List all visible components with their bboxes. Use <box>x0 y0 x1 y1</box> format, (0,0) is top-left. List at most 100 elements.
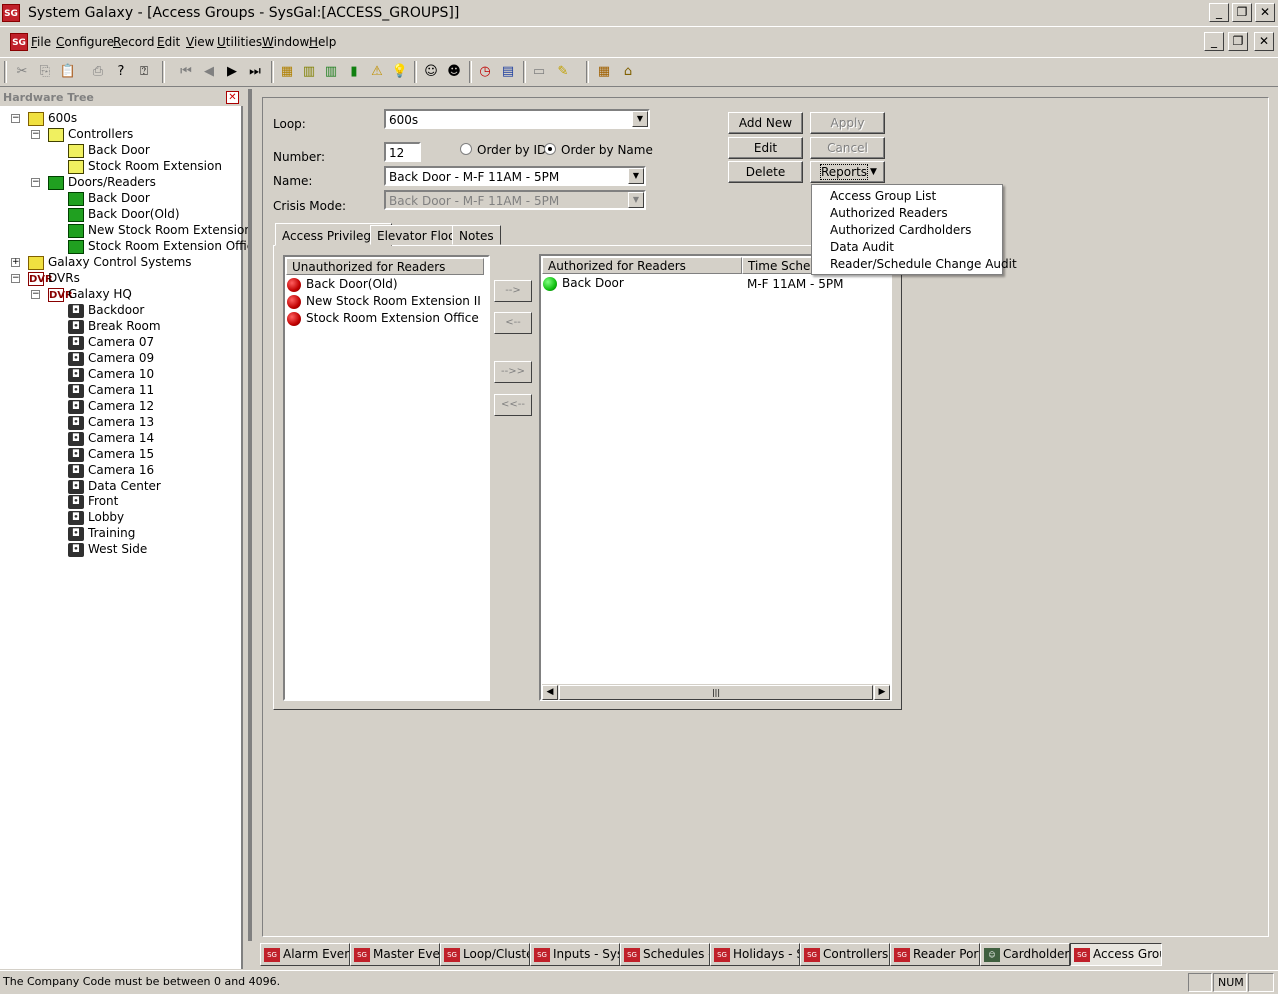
authorized-readers-list[interactable]: Authorized for Readers Time Schedule Bac… <box>539 254 892 701</box>
tree-node[interactable]: ◘ Camera 09 <box>68 351 154 367</box>
tree-collapse-icon[interactable]: − <box>31 290 40 299</box>
first-record-icon[interactable]: ⏮ <box>177 63 195 81</box>
tree-node[interactable]: Galaxy Control Systems <box>28 255 192 271</box>
tree-node[interactable]: ◘ Camera 13 <box>68 415 154 431</box>
menu-help[interactable]: Help <box>309 35 336 49</box>
tree-node[interactable]: DVRGalaxy HQ <box>48 287 132 303</box>
cancel-button[interactable]: Cancel <box>810 137 885 159</box>
copy-icon[interactable]: ⎘ <box>36 63 54 81</box>
window-tab[interactable]: SGReader Port... <box>890 943 980 966</box>
window-tab[interactable]: SGHolidays - S... <box>710 943 800 966</box>
order-by-name-radio[interactable] <box>544 143 556 155</box>
child-close-icon[interactable]: ✕ <box>1254 32 1274 51</box>
reports-button[interactable]: Reports ▼ <box>810 161 885 183</box>
tree-node[interactable]: ◘ Camera 16 <box>68 463 154 479</box>
apply-button[interactable]: Apply <box>810 112 885 134</box>
tree-node[interactable]: ◘ Camera 07 <box>68 335 154 351</box>
scroll-right-icon[interactable]: ▶ <box>874 685 890 700</box>
window-tab[interactable]: SGAlarm Events <box>260 943 350 966</box>
menu-item-authorized-cardholders[interactable]: Authorized Cardholders <box>812 221 1002 238</box>
menu-window[interactable]: Window <box>262 35 309 49</box>
tree-node[interactable]: ◘ Backdoor <box>68 303 144 319</box>
prev-record-icon[interactable]: ◀ <box>200 63 218 81</box>
remove-reader-button[interactable]: <-- <box>494 312 532 334</box>
controller-icon[interactable]: ▥ <box>300 63 318 81</box>
delete-button[interactable]: Delete <box>728 161 803 183</box>
tree-node[interactable]: DVRDVRs <box>28 271 80 287</box>
print-icon[interactable]: ⎙ <box>89 63 107 81</box>
restore-icon[interactable]: ❐ <box>1232 3 1252 22</box>
window-tab[interactable]: SGSchedules -... <box>620 943 710 966</box>
number-field[interactable]: 12 <box>384 142 421 162</box>
tree-collapse-icon[interactable]: − <box>11 114 20 123</box>
menu-item-authorized-readers[interactable]: Authorized Readers <box>812 204 1002 221</box>
config-loop-icon[interactable]: ▦ <box>595 63 613 81</box>
tree-node[interactable]: ◘ Camera 14 <box>68 431 154 447</box>
help-icon[interactable]: ? <box>112 63 130 81</box>
lightbulb-icon[interactable]: 💡 <box>391 63 409 81</box>
tree-collapse-icon[interactable]: − <box>11 274 20 283</box>
list-item[interactable]: Back Door(Old) <box>287 277 398 294</box>
tree-node[interactable]: ◘ Camera 10 <box>68 367 154 383</box>
add-reader-button[interactable]: --> <box>494 280 532 302</box>
tree-node[interactable]: ◘ Training <box>68 526 135 542</box>
tree-node[interactable]: ◘ Data Center <box>68 479 161 495</box>
tree-node[interactable]: Controllers <box>48 127 133 143</box>
tree-node[interactable]: New Stock Room Extension II <box>68 223 263 239</box>
authorized-header[interactable]: Authorized for Readers <box>542 257 742 274</box>
tree-node[interactable]: Stock Room Extension Office <box>68 239 261 255</box>
tree-node[interactable]: Back Door <box>68 191 150 207</box>
crisis-mode-select[interactable]: Back Door - M-F 11AM - 5PM <box>384 190 646 210</box>
tree-node[interactable]: Back Door <box>68 143 150 159</box>
menu-record[interactable]: Record <box>113 35 154 49</box>
document-icon[interactable]: SG <box>10 33 28 51</box>
menu-item-access-group-list[interactable]: Access Group List <box>812 187 1002 204</box>
child-restore-icon[interactable]: ❐ <box>1228 32 1248 51</box>
cardholders-icon[interactable]: ☻ <box>445 63 463 81</box>
scrollbar-thumb[interactable]: ||| <box>559 685 873 700</box>
tree-node[interactable]: 600s <box>28 111 77 127</box>
chevron-down-icon[interactable]: ▼ <box>628 192 644 208</box>
unauthorized-header[interactable]: Unauthorized for Readers <box>286 258 484 275</box>
horizontal-scrollbar[interactable]: ◀ ||| ▶ <box>542 684 890 700</box>
tree-collapse-icon[interactable]: − <box>31 178 40 187</box>
tree-node[interactable]: ◘ Camera 11 <box>68 383 154 399</box>
tree-close-icon[interactable]: ✕ <box>226 91 239 104</box>
context-help-icon[interactable]: ⍰ <box>135 63 153 81</box>
app-icon[interactable]: SG <box>2 4 20 22</box>
window-tab[interactable]: SGInputs - Sys... <box>530 943 620 966</box>
alarm-icon[interactable]: ⚠ <box>368 63 386 81</box>
list-item[interactable]: Back Door <box>543 276 624 293</box>
edit-button[interactable]: Edit <box>728 137 803 159</box>
tab-notes[interactable]: Notes <box>452 225 501 245</box>
report-icon[interactable]: ▭ <box>530 63 548 81</box>
close-icon[interactable]: ✕ <box>1255 3 1275 22</box>
add-all-readers-button[interactable]: -->> <box>494 361 532 383</box>
tree-node[interactable]: ◘ West Side <box>68 542 147 558</box>
list-item[interactable]: New Stock Room Extension II <box>287 294 481 311</box>
menu-item-reader-schedule-change-audit[interactable]: Reader/Schedule Change Audit <box>812 255 1017 272</box>
order-by-id-radio[interactable] <box>460 143 472 155</box>
tree-node[interactable]: Doors/Readers <box>48 175 156 191</box>
schedule-icon[interactable]: ◷ <box>476 63 494 81</box>
tree-node[interactable]: ◘ Lobby <box>68 510 124 526</box>
name-select[interactable]: Back Door - M-F 11AM - 5PM <box>384 166 646 186</box>
list-item[interactable]: Stock Room Extension Office <box>287 311 479 328</box>
tree-node[interactable]: ◘ Camera 12 <box>68 399 154 415</box>
menu-item-data-audit[interactable]: Data Audit <box>812 238 1002 255</box>
tree-node[interactable]: Back Door(Old) <box>68 207 180 223</box>
config-site-icon[interactable]: ⌂ <box>619 63 637 81</box>
unauthorized-readers-list[interactable]: Unauthorized for Readers Back Door(Old) … <box>283 255 490 701</box>
menu-utilities[interactable]: Utilities <box>217 35 262 49</box>
window-tab[interactable]: SGLoop/Cluste... <box>440 943 530 966</box>
controllers-icon[interactable]: ▥ <box>322 63 340 81</box>
menu-configure[interactable]: Configure <box>56 35 114 49</box>
window-tab[interactable]: SGControllers - ... <box>800 943 890 966</box>
add-new-button[interactable]: Add New <box>728 112 803 134</box>
last-record-icon[interactable]: ⏭ <box>246 63 264 81</box>
window-tab[interactable]: SGMaster Eve... <box>350 943 440 966</box>
menu-view[interactable]: View <box>186 35 214 49</box>
tree-collapse-icon[interactable]: − <box>31 130 40 139</box>
tree-node[interactable]: ◘ Front <box>68 494 118 510</box>
remove-all-readers-button[interactable]: <<-- <box>494 394 532 416</box>
